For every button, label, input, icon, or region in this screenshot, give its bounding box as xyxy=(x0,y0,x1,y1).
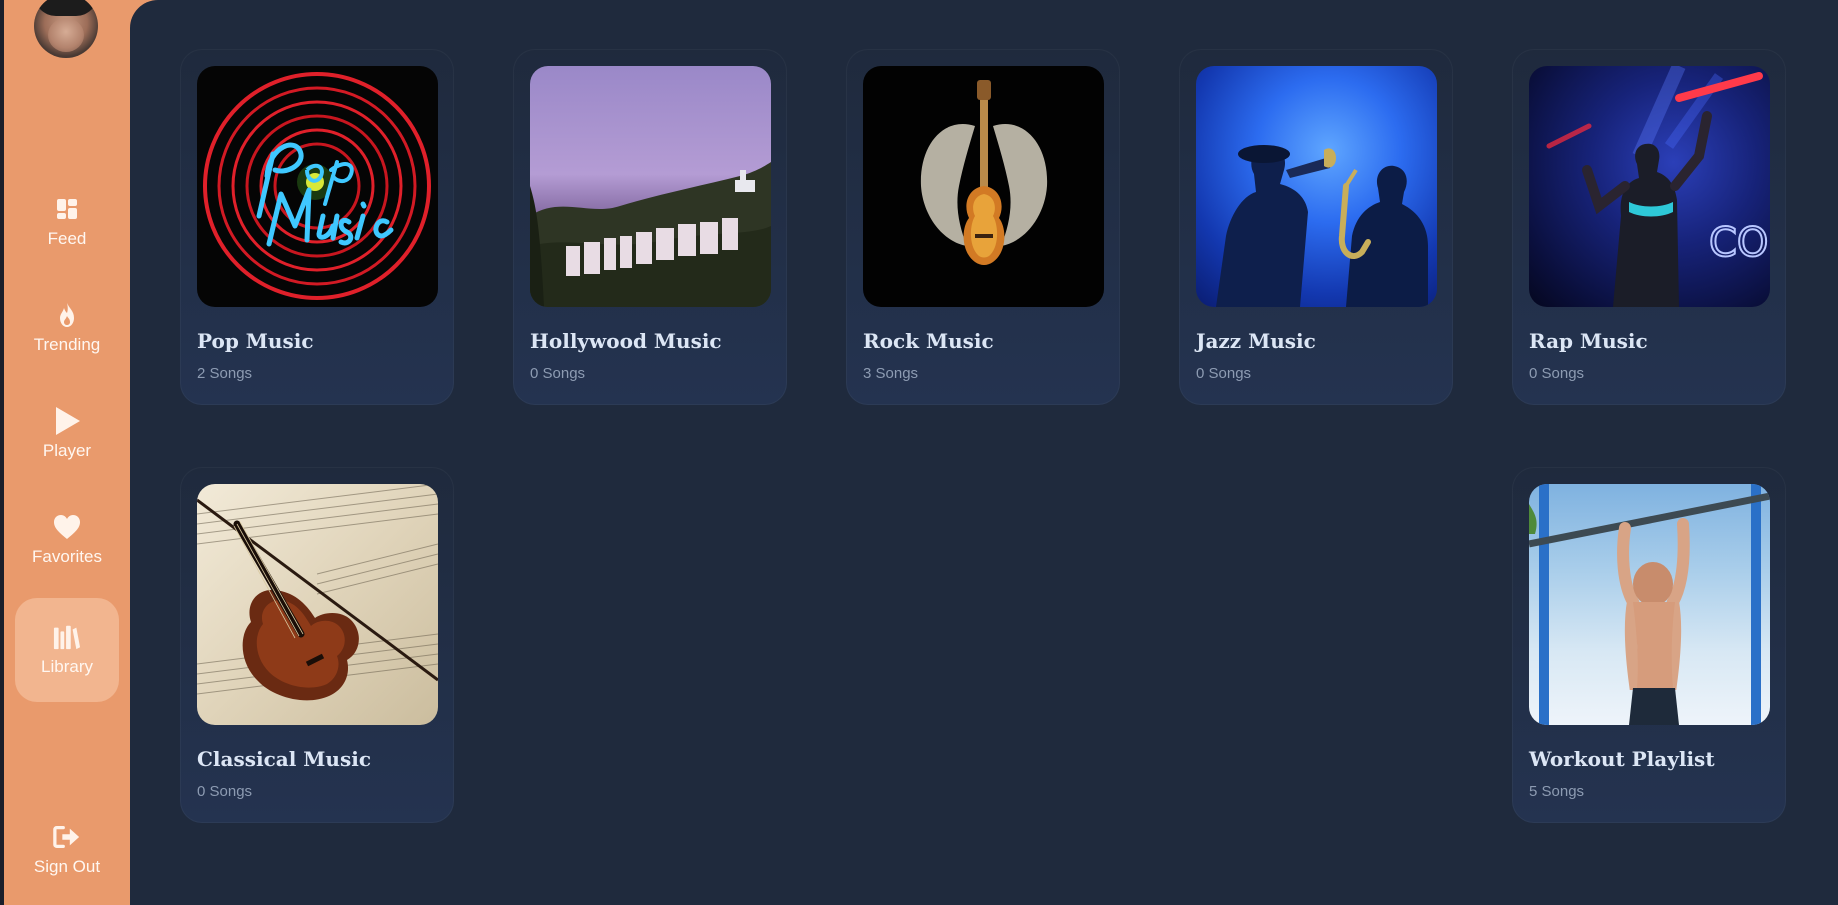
playlist-song-count: 0 Songs xyxy=(1529,365,1585,382)
playlist-title: Jazz Music xyxy=(1196,329,1316,353)
sidebar-item-label: Favorites xyxy=(32,547,102,566)
sidebar-item-library[interactable]: Library xyxy=(15,598,119,702)
playlist-song-count: 0 Songs xyxy=(1196,365,1252,382)
sidebar-item-label: Trending xyxy=(33,335,101,354)
playlist-song-count: 0 Songs xyxy=(197,783,253,800)
playlist-card-rock[interactable]: Rock Music 3 Songs xyxy=(846,49,1120,405)
hollywood-music-cover-image xyxy=(530,66,771,307)
sidebar: Feed Trending Player Favorites Library S… xyxy=(0,0,130,905)
flame-icon xyxy=(53,301,81,329)
playlist-song-count: 3 Songs xyxy=(863,365,919,382)
rock-music-cover-image xyxy=(863,66,1104,307)
play-icon xyxy=(53,407,81,435)
playlist-card-rap[interactable]: CO Rap Music 0 Songs xyxy=(1512,49,1786,405)
playlist-title: Classical Music xyxy=(197,747,372,771)
playlist-song-count: 5 Songs xyxy=(1529,783,1585,800)
grid-icon xyxy=(53,195,81,223)
playlist-card-jazz[interactable]: Jazz Music 0 Songs xyxy=(1179,49,1453,405)
pop-music-cover-image xyxy=(197,66,438,307)
jazz-music-cover-image xyxy=(1196,66,1437,307)
sidebar-item-label: Library xyxy=(41,657,93,676)
sidebar-edge xyxy=(0,0,4,905)
playlist-title: Rock Music xyxy=(863,329,994,353)
app-root: Feed Trending Player Favorites Library S… xyxy=(0,0,1838,905)
sidebar-item-trending[interactable]: Trending xyxy=(15,276,119,380)
sign-out-icon xyxy=(53,823,81,851)
sign-out-button[interactable]: Sign Out xyxy=(15,800,119,900)
playlist-title: Hollywood Music xyxy=(530,329,722,353)
library-icon xyxy=(53,623,81,651)
playlist-card-hollywood[interactable]: Hollywood Music 0 Songs xyxy=(513,49,787,405)
rap-music-cover-image: CO xyxy=(1529,66,1770,307)
sidebar-item-player[interactable]: Player xyxy=(15,382,119,486)
workout-playlist-cover-image xyxy=(1529,484,1770,725)
playlist-title: Workout Playlist xyxy=(1529,747,1715,771)
heart-icon xyxy=(53,513,81,541)
sidebar-item-label: Feed xyxy=(47,229,87,248)
sign-out-label: Sign Out xyxy=(33,857,101,876)
playlist-card-workout[interactable]: Workout Playlist 5 Songs xyxy=(1512,467,1786,823)
playlist-title: Rap Music xyxy=(1529,329,1648,353)
playlist-card-pop[interactable]: Pop Music 2 Songs xyxy=(180,49,454,405)
avatar-face xyxy=(48,18,84,52)
avatar[interactable] xyxy=(34,0,98,58)
sidebar-item-label: Player xyxy=(42,441,92,460)
library-main: Pop Music 2 Songs Hollywood Music 0 Song… xyxy=(130,0,1838,905)
sidebar-item-favorites[interactable]: Favorites xyxy=(15,488,119,592)
classical-music-cover-image xyxy=(197,484,438,725)
playlist-card-classical[interactable]: Classical Music 0 Songs xyxy=(180,467,454,823)
playlist-title: Pop Music xyxy=(197,329,314,353)
playlist-song-count: 0 Songs xyxy=(530,365,586,382)
avatar-hair xyxy=(34,0,98,16)
sidebar-item-feed[interactable]: Feed xyxy=(15,170,119,274)
playlist-song-count: 2 Songs xyxy=(197,365,253,382)
svg-text:CO: CO xyxy=(1709,220,1768,266)
